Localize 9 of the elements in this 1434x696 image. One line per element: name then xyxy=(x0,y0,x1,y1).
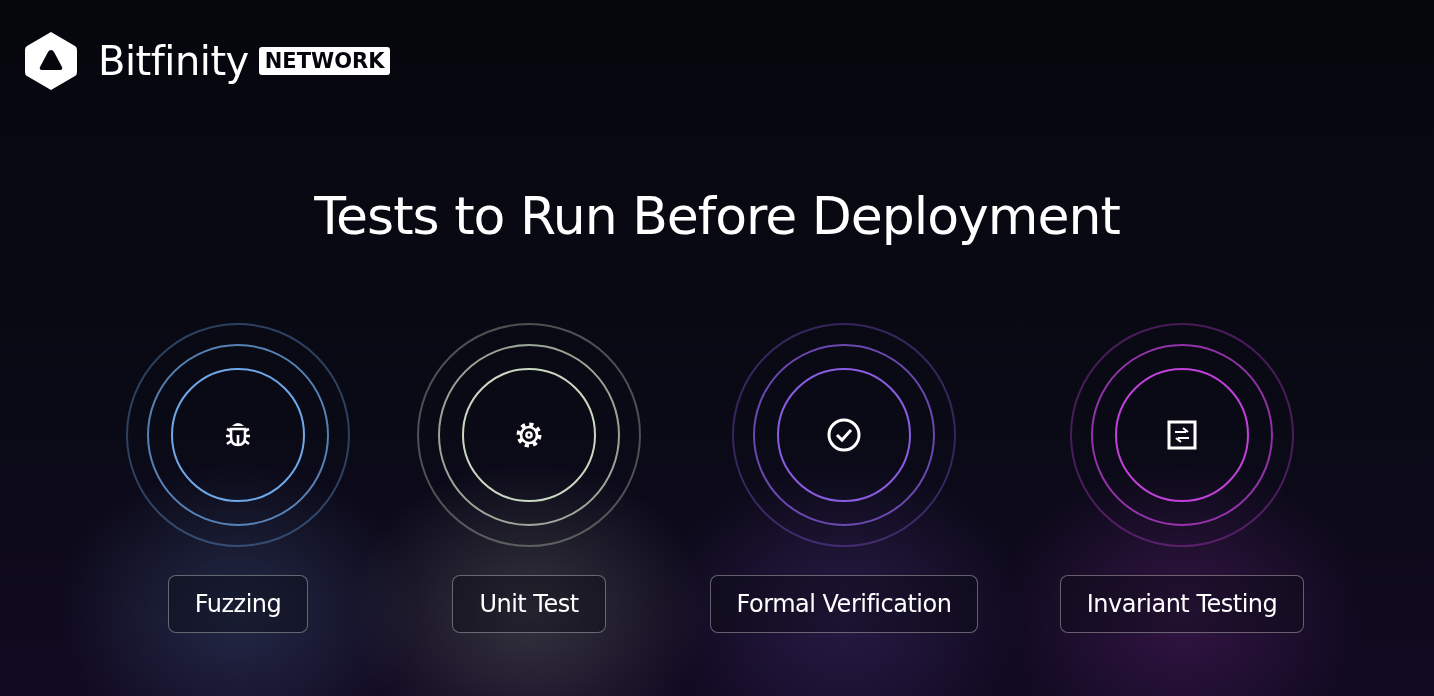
network-label: NETWORK xyxy=(258,47,391,75)
page-title: Tests to Run Before Deployment xyxy=(313,185,1121,248)
hexagon-logo-icon xyxy=(24,30,78,92)
test-label: Invariant Testing xyxy=(1059,575,1305,633)
test-label: Fuzzing xyxy=(167,575,309,633)
test-label: Unit Test xyxy=(452,575,606,633)
check-circle-icon xyxy=(826,417,862,453)
test-label: Formal Verification xyxy=(709,575,979,633)
brand-name: Bitfinity xyxy=(98,38,249,84)
